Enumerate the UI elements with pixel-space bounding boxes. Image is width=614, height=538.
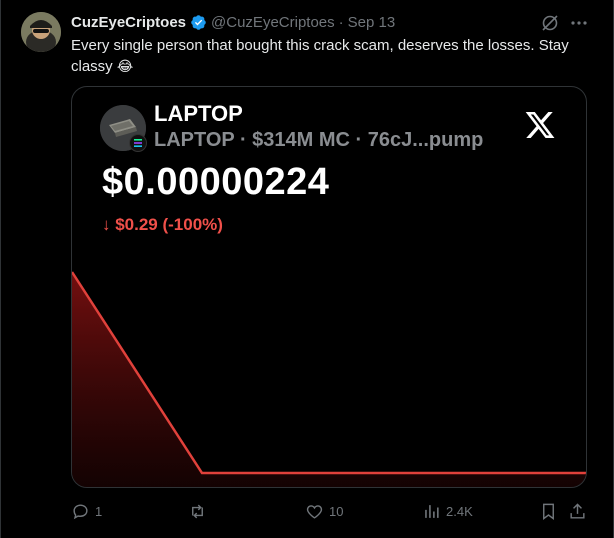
like-count: 10 <box>329 504 344 519</box>
action-bar: 1 10 2.4K <box>71 500 591 524</box>
separator: · <box>338 13 344 31</box>
post-header: CuzEyeCriptoes @CuzEyeCriptoes · Sep 13 <box>71 12 395 32</box>
views-button[interactable]: 2.4K <box>422 502 473 521</box>
bookmark-button[interactable] <box>539 502 558 521</box>
price-area <box>72 272 586 487</box>
token-name: LAPTOP <box>154 101 243 126</box>
more-icon[interactable] <box>569 13 589 33</box>
display-name[interactable]: CuzEyeCriptoes <box>71 14 186 31</box>
reply-icon <box>73 504 88 520</box>
share-button[interactable] <box>568 502 587 521</box>
reply-count: 1 <box>95 504 103 519</box>
share-icon <box>570 503 585 519</box>
post-text: Every single person that bought this cra… <box>71 36 591 77</box>
avatar[interactable] <box>21 12 61 52</box>
tweet[interactable]: CuzEyeCriptoes @CuzEyeCriptoes · Sep 13 … <box>0 0 614 538</box>
solana-icon <box>129 134 147 152</box>
price-change: ↓ $0.29 (-100%) <box>102 215 223 234</box>
views-icon <box>425 505 439 518</box>
views-count: 2.4K <box>446 504 473 519</box>
token-card[interactable]: LAPTOP LAPTOP · $314M MC · 76cJ...pump $… <box>71 86 587 488</box>
reply-button[interactable]: 1 <box>71 502 102 521</box>
retweet-button[interactable] <box>188 502 212 521</box>
grok-icon[interactable] <box>540 13 560 33</box>
retweet-icon <box>192 504 203 519</box>
x-logo-icon <box>525 112 555 138</box>
like-icon <box>306 505 323 519</box>
handle[interactable]: @CuzEyeCriptoes <box>211 14 335 31</box>
laughing-emoji: 😂 <box>116 58 134 74</box>
verified-badge-icon <box>191 14 206 30</box>
token-subtitle: LAPTOP · $314M MC · 76cJ...pump <box>154 129 484 151</box>
bookmark-icon <box>543 503 554 521</box>
token-price: $0.00000224 <box>102 161 330 203</box>
like-button[interactable]: 10 <box>305 502 343 521</box>
price-chart <box>72 271 586 487</box>
post-text-body: Every single person that bought this cra… <box>71 37 569 75</box>
post-date[interactable]: Sep 13 <box>348 14 396 31</box>
